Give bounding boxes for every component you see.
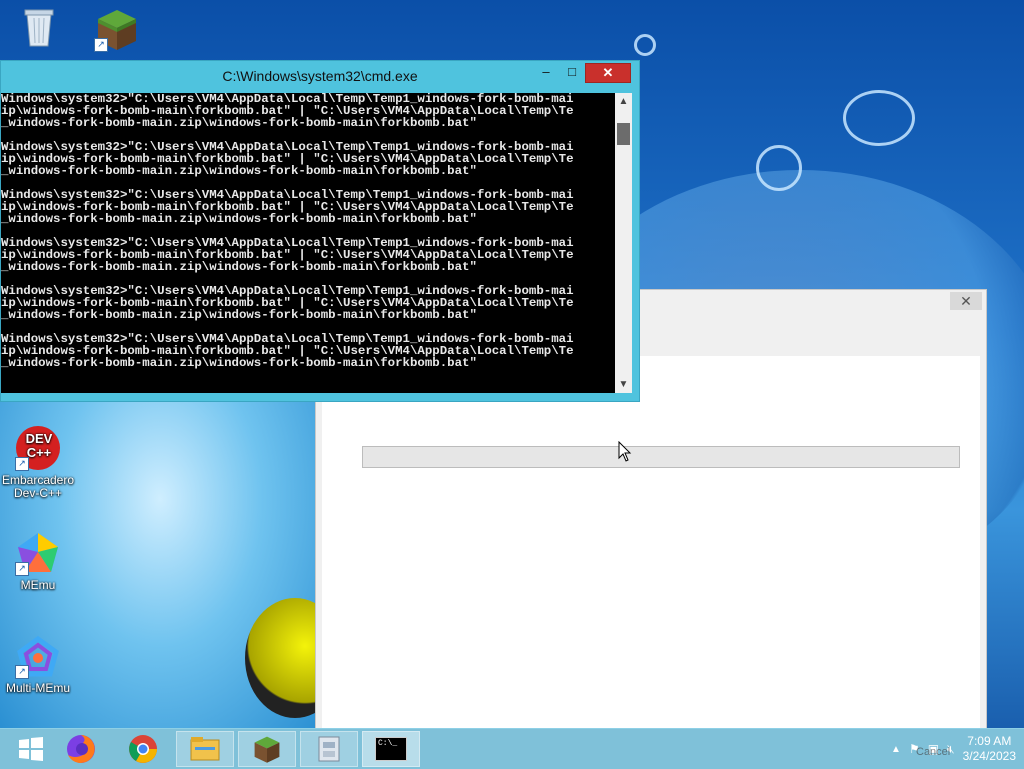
taskbar: C:\_ ▲ ⚑ ▣ 🔇︎ 7:09 AM 3/24/2023 Cancel (0, 728, 1024, 769)
clock-date: 3/24/2023 (962, 749, 1016, 763)
desktop-icon-label: Multi-MEmu (5, 681, 70, 695)
dialog-content (322, 356, 980, 728)
shortcut-arrow-icon: ↗ (15, 457, 29, 471)
console-line: _windows-fork-bomb-main.zip\windows-fork… (1, 308, 477, 322)
scroll-up-arrow[interactable]: ▲ (615, 93, 632, 110)
desktop-icon-label: MEmu (20, 578, 56, 592)
console-command-block: Windows\system32>"C:\Users\VM4\AppData\L… (1, 333, 615, 369)
scroll-thumb[interactable] (617, 123, 630, 145)
console-line: _windows-fork-bomb-main.zip\windows-fork… (1, 260, 477, 274)
console-line: _windows-fork-bomb-main.zip\windows-fork… (1, 356, 477, 370)
console-line: _windows-fork-bomb-main.zip\windows-fork… (1, 164, 477, 178)
desktop-icon-recycle-bin[interactable] (2, 4, 76, 53)
desktop-icon-label: Embarcadero Dev-C++ (1, 473, 75, 500)
chrome-icon (129, 735, 157, 763)
console-line: _windows-fork-bomb-main.zip\windows-fork… (1, 212, 477, 226)
clock[interactable]: 7:09 AM 3/24/2023 (963, 734, 1016, 764)
scroll-down-arrow[interactable]: ▼ (615, 376, 632, 393)
multi-memu-icon: ↗ (15, 633, 61, 679)
taskbar-chrome[interactable] (114, 731, 172, 767)
console-output[interactable]: Windows\system32>"C:\Users\VM4\AppData\L… (1, 93, 615, 393)
app-window-icon (318, 736, 340, 762)
desktop-icon-devcpp[interactable]: DEV C++ ↗ Embarcadero Dev-C++ (1, 425, 75, 500)
taskbar-cmd[interactable]: C:\_ (362, 731, 420, 767)
console-command-block: Windows\system32>"C:\Users\VM4\AppData\L… (1, 189, 615, 225)
desktop-icon-memu[interactable]: ↗ MEmu (1, 530, 75, 592)
desktop: ↗ DEV C++ ↗ Embarcadero Dev-C++ ↗ MEmu ↗… (0, 0, 1024, 728)
wallpaper-bubble-small (843, 90, 915, 146)
wallpaper-bubble-small (634, 34, 656, 56)
maximize-button[interactable]: □ (559, 63, 585, 81)
folder-icon (190, 737, 220, 761)
recycle-bin-icon (16, 4, 62, 50)
desktop-icon-multi-memu[interactable]: ↗ Multi-MEmu (1, 633, 75, 695)
minimize-button[interactable]: – (533, 63, 559, 81)
console-line: _windows-fork-bomb-main.zip\windows-fork… (1, 116, 477, 130)
show-hidden-icons-chevron-icon[interactable]: ▲ (891, 744, 901, 755)
shortcut-arrow-icon: ↗ (15, 665, 29, 679)
taskbar-minecraft[interactable] (238, 731, 296, 767)
console-command-block: Windows\system32>"C:\Users\VM4\AppData\L… (1, 141, 615, 177)
console-command-block: Windows\system32>"C:\Users\VM4\AppData\L… (1, 285, 615, 321)
mouse-cursor-icon (618, 441, 632, 462)
devcpp-logo-text: DEV C++ (25, 431, 53, 460)
devcpp-icon: DEV C++ ↗ (15, 425, 61, 471)
firefox-icon (67, 735, 95, 763)
progress-bar (362, 446, 960, 468)
system-tray: ▲ ⚑ ▣ 🔇︎ 7:09 AM 3/24/2023 (891, 729, 1016, 769)
taskbar-file-explorer[interactable] (176, 731, 234, 767)
cmd-icon-text: C:\_ (378, 739, 398, 748)
windows-logo-icon (19, 737, 43, 761)
desktop-icon-minecraft[interactable]: ↗ (80, 6, 154, 55)
shortcut-arrow-icon: ↗ (15, 562, 29, 576)
taskbar-app[interactable] (300, 731, 358, 767)
vertical-scrollbar[interactable]: ▲ ▼ (615, 93, 632, 393)
tray-overlay-label: Cancel (916, 746, 951, 758)
close-button[interactable]: ✕ (585, 63, 631, 83)
minecraft-grass-block-icon: ↗ (94, 6, 140, 52)
wallpaper-bubble-small (756, 145, 802, 191)
clock-time: 7:09 AM (967, 734, 1012, 748)
dialog-close-button[interactable]: ✕ (950, 292, 982, 310)
cmd-window: C:\Windows\system32\cmd.exe – □ ✕ Window… (0, 60, 640, 402)
console-command-block: Windows\system32>"C:\Users\VM4\AppData\L… (1, 237, 615, 273)
console-command-block: Windows\system32>"C:\Users\VM4\AppData\L… (1, 93, 615, 129)
cmd-icon: C:\_ (375, 737, 407, 761)
taskbar-firefox[interactable] (52, 731, 110, 767)
memu-icon: ↗ (15, 530, 61, 576)
shortcut-arrow-icon: ↗ (94, 38, 108, 52)
minecraft-grass-block-icon (254, 736, 280, 763)
